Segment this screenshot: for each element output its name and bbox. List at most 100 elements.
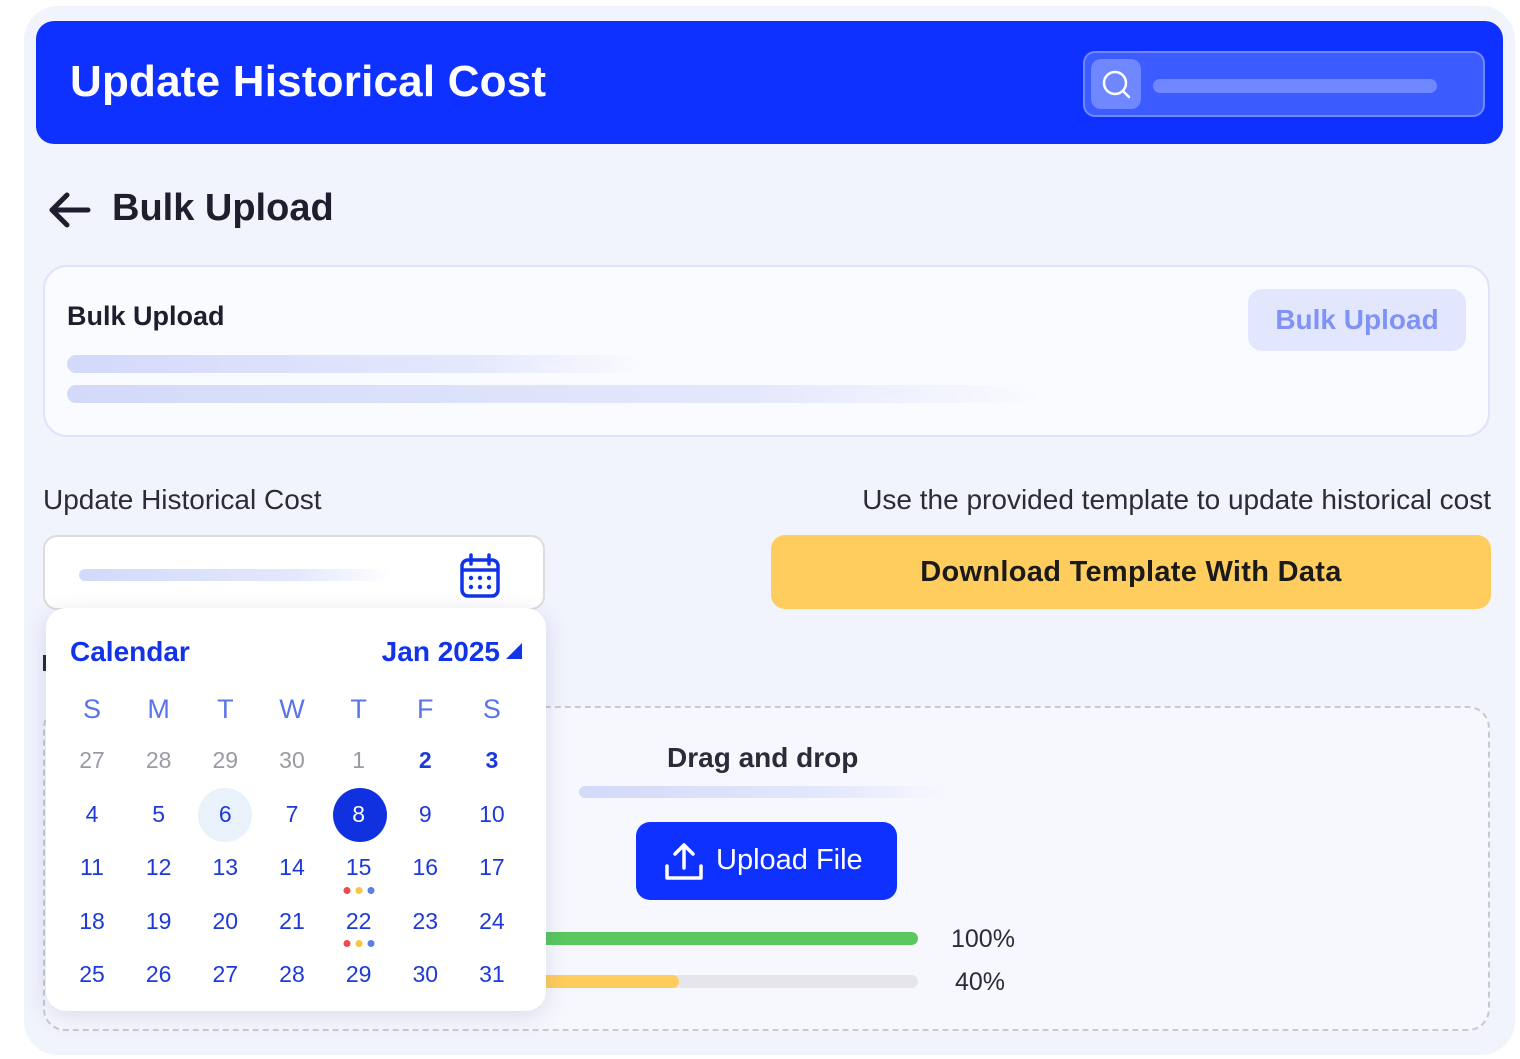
search-box[interactable] bbox=[1083, 51, 1485, 117]
calendar-day[interactable]: 22 bbox=[329, 897, 389, 948]
search-icon bbox=[1102, 70, 1131, 99]
calendar-day-number: 29 bbox=[345, 961, 372, 988]
calendar-day-number: 5 bbox=[152, 800, 166, 827]
weekday-label: M bbox=[147, 693, 170, 724]
event-dots bbox=[343, 940, 375, 948]
calendar-day[interactable]: 27 bbox=[195, 951, 255, 999]
calendar-day[interactable]: 12 bbox=[129, 844, 189, 892]
calendar-day[interactable]: 27 bbox=[62, 737, 122, 785]
calendar-day[interactable]: 18 bbox=[62, 897, 122, 945]
event-dot bbox=[343, 940, 351, 948]
calendar-day[interactable]: 29 bbox=[329, 951, 389, 999]
calendar-day-number: 2 bbox=[418, 747, 432, 774]
calendar-day-number: 18 bbox=[79, 907, 105, 934]
calendar-day[interactable]: 23 bbox=[395, 897, 455, 945]
calendar-day-number: 7 bbox=[285, 800, 299, 827]
calendar-day-number: 28 bbox=[279, 961, 305, 988]
upload-file-label: Upload File bbox=[716, 844, 863, 876]
search-button[interactable] bbox=[1091, 59, 1141, 109]
bulk-upload-button[interactable]: Bulk Upload bbox=[1248, 289, 1466, 351]
date-placeholder bbox=[79, 569, 391, 581]
calendar-day-number: 8 bbox=[352, 800, 366, 827]
calendar-week: 4 5 6 7 8 9 10 bbox=[62, 788, 522, 843]
calendar-week: 27 28 29 30 1 2 3 bbox=[62, 734, 522, 788]
calendar-day[interactable]: 17 bbox=[462, 844, 522, 892]
calendar-day[interactable]: 5 bbox=[129, 790, 189, 838]
calendar-day[interactable]: 3 bbox=[462, 737, 522, 785]
upload-icon bbox=[665, 843, 703, 880]
weekday-label: S bbox=[82, 693, 101, 724]
calendar-day-number: 26 bbox=[145, 961, 172, 988]
calendar-day[interactable]: 13 bbox=[195, 844, 255, 892]
search-input[interactable] bbox=[1153, 79, 1437, 93]
calendar-day[interactable]: 2 bbox=[395, 737, 455, 785]
calendar-day-selected[interactable]: 8 bbox=[329, 788, 389, 843]
calendar-day[interactable]: 14 bbox=[262, 844, 322, 892]
template-label: Use the provided template to update hist… bbox=[862, 484, 1491, 515]
weekday-row: SMTWTFS bbox=[62, 688, 522, 730]
calendar-week: 25 26 27 28 29 30 31 bbox=[62, 948, 522, 1002]
calendar-day-number: 27 bbox=[79, 747, 105, 774]
calendar-week: 18 19 20 21 22 23 24 bbox=[62, 895, 522, 949]
calendar-day-number: 22 bbox=[345, 907, 372, 934]
weekday-label: T bbox=[350, 693, 367, 724]
calendar-day-number: 1 bbox=[352, 747, 366, 774]
calendar-day[interactable]: 28 bbox=[129, 737, 189, 785]
description-placeholder bbox=[67, 355, 645, 373]
calendar-day[interactable]: 11 bbox=[62, 844, 122, 892]
weekday-label: S bbox=[482, 693, 501, 724]
calendar-icon[interactable] bbox=[459, 553, 501, 599]
calendar-day[interactable]: 1 bbox=[329, 737, 389, 785]
calendar-day[interactable]: 30 bbox=[395, 951, 455, 999]
calendar-title: Calendar bbox=[70, 636, 190, 667]
calendar-day-number: 9 bbox=[418, 800, 432, 827]
calendar-week: 11 12 13 14 15 16 17 bbox=[62, 841, 522, 895]
date-input[interactable] bbox=[43, 535, 545, 610]
download-template-button[interactable]: Download Template With Data bbox=[771, 535, 1491, 609]
page-title: Bulk Upload bbox=[112, 187, 334, 229]
calendar-day[interactable]: 4 bbox=[62, 790, 122, 838]
event-dots bbox=[343, 886, 375, 894]
calendar-day[interactable]: 25 bbox=[62, 951, 122, 999]
calendar-day-number: 20 bbox=[212, 907, 239, 934]
calendar-day-number: 21 bbox=[279, 907, 305, 934]
calendar-day-number: 19 bbox=[145, 907, 172, 934]
back-arrow-icon[interactable] bbox=[48, 190, 92, 230]
progress-percent: 40% bbox=[955, 968, 1006, 996]
drop-zone-title: Drag and drop bbox=[667, 742, 859, 773]
calendar-day[interactable]: 28 bbox=[262, 951, 322, 999]
calendar-day-number: 23 bbox=[412, 907, 439, 934]
caret-down-icon[interactable] bbox=[506, 643, 522, 659]
drop-zone-placeholder bbox=[579, 786, 945, 798]
calendar-day[interactable]: 19 bbox=[129, 897, 189, 945]
calendar-day[interactable]: 15 bbox=[329, 844, 389, 894]
calendar-day[interactable]: 26 bbox=[129, 951, 189, 999]
calendar-day[interactable]: 21 bbox=[262, 897, 322, 945]
calendar-day-today[interactable]: 6 bbox=[195, 788, 255, 843]
calendar-day-number: 29 bbox=[212, 747, 239, 774]
calendar-day-number: 14 bbox=[279, 854, 305, 881]
calendar-day[interactable]: 16 bbox=[395, 844, 455, 892]
progress-bar bbox=[520, 932, 918, 945]
calendar-day-number: 30 bbox=[279, 747, 305, 774]
calendar-day-number: 13 bbox=[212, 854, 239, 881]
description-placeholder bbox=[67, 385, 1045, 403]
event-dot bbox=[355, 940, 363, 948]
month-selector[interactable]: Jan 2025 bbox=[382, 636, 500, 668]
calendar-day-number: 10 bbox=[479, 800, 505, 827]
calendar-day-number: 4 bbox=[85, 800, 99, 827]
calendar-day[interactable]: 30 bbox=[262, 737, 322, 785]
calendar-day[interactable]: 7 bbox=[262, 790, 322, 838]
calendar-day-number: 6 bbox=[218, 800, 232, 827]
calendar-day[interactable]: 29 bbox=[195, 737, 255, 785]
event-dot bbox=[367, 940, 375, 948]
calendar-day-number: 28 bbox=[145, 747, 172, 774]
event-dot bbox=[355, 886, 363, 894]
calendar-day-number: 27 bbox=[212, 961, 239, 988]
calendar-day[interactable]: 9 bbox=[395, 790, 455, 838]
calendar-day[interactable]: 31 bbox=[462, 951, 522, 999]
calendar-day[interactable]: 20 bbox=[195, 897, 255, 945]
calendar-day[interactable]: 24 bbox=[462, 897, 522, 945]
calendar-day[interactable]: 10 bbox=[462, 790, 522, 838]
upload-file-button[interactable]: Upload File bbox=[636, 822, 897, 900]
